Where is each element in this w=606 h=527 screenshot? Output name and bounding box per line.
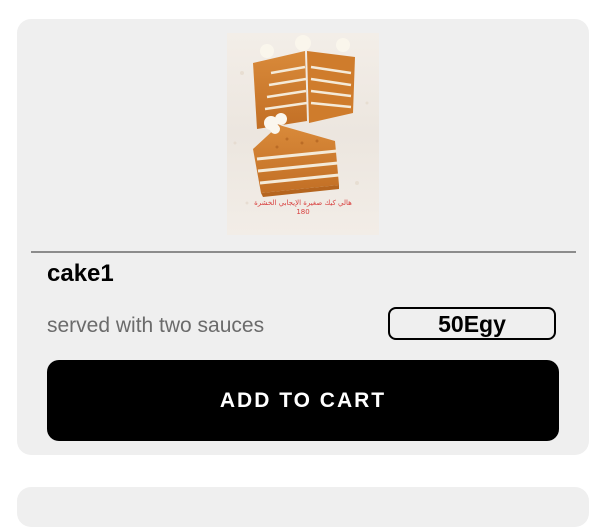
price-badge: 50Egy [388,307,556,340]
image-caption-line2: 180 [296,208,310,216]
product-description: served with two sauces [47,314,265,337]
product-image: هالي كيك صغيرة الإيجابي الخشرة 180 [227,33,379,235]
product-title: cake1 [47,260,114,287]
product-card: هالي كيك صغيرة الإيجابي الخشرة 180 cake1… [17,19,589,455]
next-product-card [17,487,589,527]
add-to-cart-button[interactable]: ADD TO CART [47,360,559,441]
image-caption: هالي كيك صغيرة الإيجابي الخشرة 180 [227,199,379,217]
image-caption-line1: هالي كيك صغيرة الإيجابي الخشرة [254,199,352,207]
divider [31,251,576,253]
